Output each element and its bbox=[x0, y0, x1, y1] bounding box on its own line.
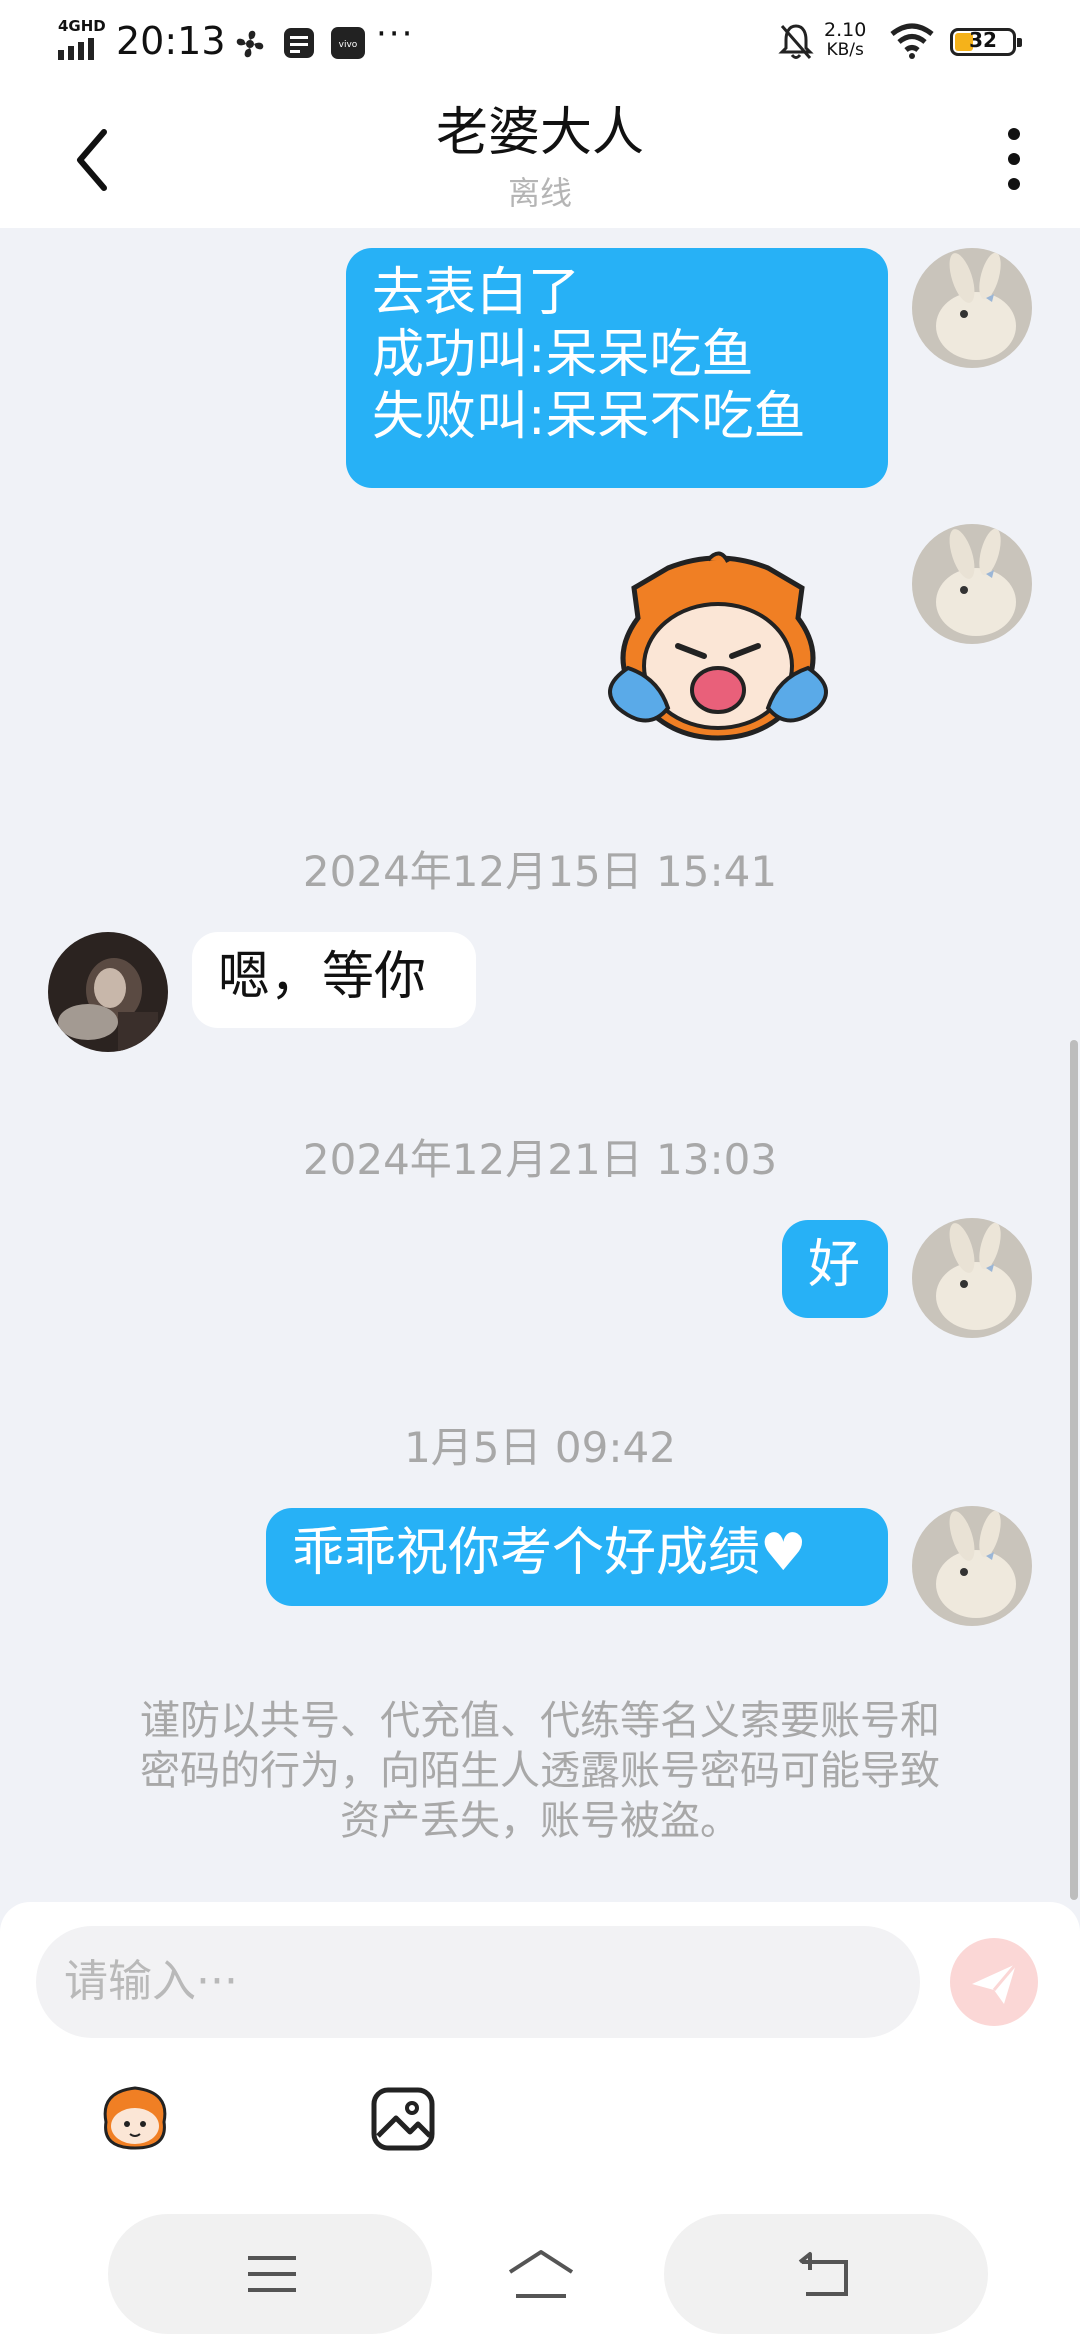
battery-indicator: 32 bbox=[950, 28, 1022, 56]
person-avatar-icon bbox=[48, 932, 168, 1052]
my-avatar[interactable] bbox=[912, 524, 1032, 644]
outgoing-message-bubble[interactable]: 去表白了 成功叫:呆呆吃鱼 失败叫:呆呆不吃鱼 bbox=[346, 248, 888, 488]
crying-sticker-icon[interactable] bbox=[588, 548, 848, 748]
nav-menu-button[interactable] bbox=[108, 2214, 432, 2334]
message-timestamp: 2024年12月21日 13:03 bbox=[302, 1135, 778, 1184]
contact-avatar[interactable] bbox=[48, 932, 168, 1052]
my-avatar[interactable] bbox=[912, 1218, 1032, 1338]
chat-header: 老婆大人 离线 bbox=[0, 84, 1080, 228]
message-line: 去表白了 bbox=[372, 263, 581, 323]
send-button[interactable] bbox=[950, 1938, 1038, 2026]
fan-icon bbox=[236, 30, 264, 58]
incoming-message-bubble[interactable]: 嗯，等你 bbox=[192, 932, 476, 1028]
rabbit-avatar-icon bbox=[912, 248, 1032, 368]
more-notifications: ··· bbox=[376, 14, 415, 54]
network-type: 4GHD bbox=[58, 17, 106, 35]
wifi-icon bbox=[890, 23, 934, 59]
notice-line: 密码的行为，向陌生人透露账号密码可能导致 bbox=[140, 1748, 940, 1794]
message-line: 成功叫:呆呆吃鱼 bbox=[372, 325, 754, 385]
input-placeholder: 请输入··· bbox=[64, 1956, 238, 2007]
more-options-icon[interactable] bbox=[1000, 124, 1028, 194]
message-text: 好 bbox=[808, 1235, 861, 1295]
message-timestamp: 1月5日 09:42 bbox=[404, 1423, 676, 1472]
scrollbar[interactable] bbox=[1070, 1040, 1078, 1900]
clock: 20:13 bbox=[116, 19, 226, 63]
message-timestamp: 2024年12月15日 15:41 bbox=[302, 847, 778, 896]
vivo-icon: vivo bbox=[331, 27, 365, 59]
my-avatar[interactable] bbox=[912, 1506, 1032, 1626]
rabbit-avatar-icon bbox=[912, 1506, 1032, 1626]
image-icon[interactable] bbox=[370, 2086, 436, 2152]
rabbit-avatar-icon bbox=[912, 524, 1032, 644]
message-text: 嗯，等你 bbox=[218, 947, 427, 1007]
security-notice: 谨防以共号、代充值、代练等名义索要账号和 密码的行为，向陌生人透露账号密码可能导… bbox=[80, 1696, 1000, 1846]
network-speed: 2.10 KB/s bbox=[824, 20, 866, 60]
card-icon bbox=[284, 28, 314, 58]
composer: 请输入··· bbox=[0, 1902, 1080, 2340]
nav-home-icon[interactable] bbox=[506, 2248, 576, 2300]
nav-menu-icon bbox=[248, 2256, 296, 2292]
send-icon bbox=[972, 1963, 1018, 2004]
sticker-icon[interactable] bbox=[94, 2082, 176, 2152]
speed-unit: KB/s bbox=[826, 40, 864, 60]
nav-back-button[interactable] bbox=[664, 2214, 988, 2334]
contact-name: 老婆大人 bbox=[435, 103, 644, 163]
svg-text:vivo: vivo bbox=[339, 40, 358, 50]
nav-back-icon bbox=[798, 2252, 848, 2296]
notice-line: 资产丢失，账号被盗。 bbox=[340, 1798, 740, 1844]
rabbit-avatar-icon bbox=[912, 1218, 1032, 1338]
battery-level: 32 bbox=[969, 28, 997, 52]
bell-muted-icon bbox=[778, 24, 814, 59]
message-line: 失败叫:呆呆不吃鱼 bbox=[372, 387, 806, 447]
message-text: 乖乖祝你考个好成绩♥ bbox=[292, 1523, 807, 1583]
outgoing-message-bubble[interactable]: 乖乖祝你考个好成绩♥ bbox=[266, 1508, 888, 1606]
speed-value: 2.10 bbox=[824, 19, 867, 41]
status-bar: 4GHD 20:13 vivo ··· 2.10 KB/s 32 bbox=[0, 0, 1080, 84]
contact-status: 离线 bbox=[507, 174, 572, 212]
notice-line: 谨防以共号、代充值、代练等名义索要账号和 bbox=[140, 1698, 940, 1744]
my-avatar[interactable] bbox=[912, 248, 1032, 368]
signal-icon bbox=[58, 38, 94, 60]
message-input[interactable]: 请输入··· bbox=[36, 1926, 920, 2038]
outgoing-message-bubble[interactable]: 好 bbox=[782, 1220, 888, 1318]
